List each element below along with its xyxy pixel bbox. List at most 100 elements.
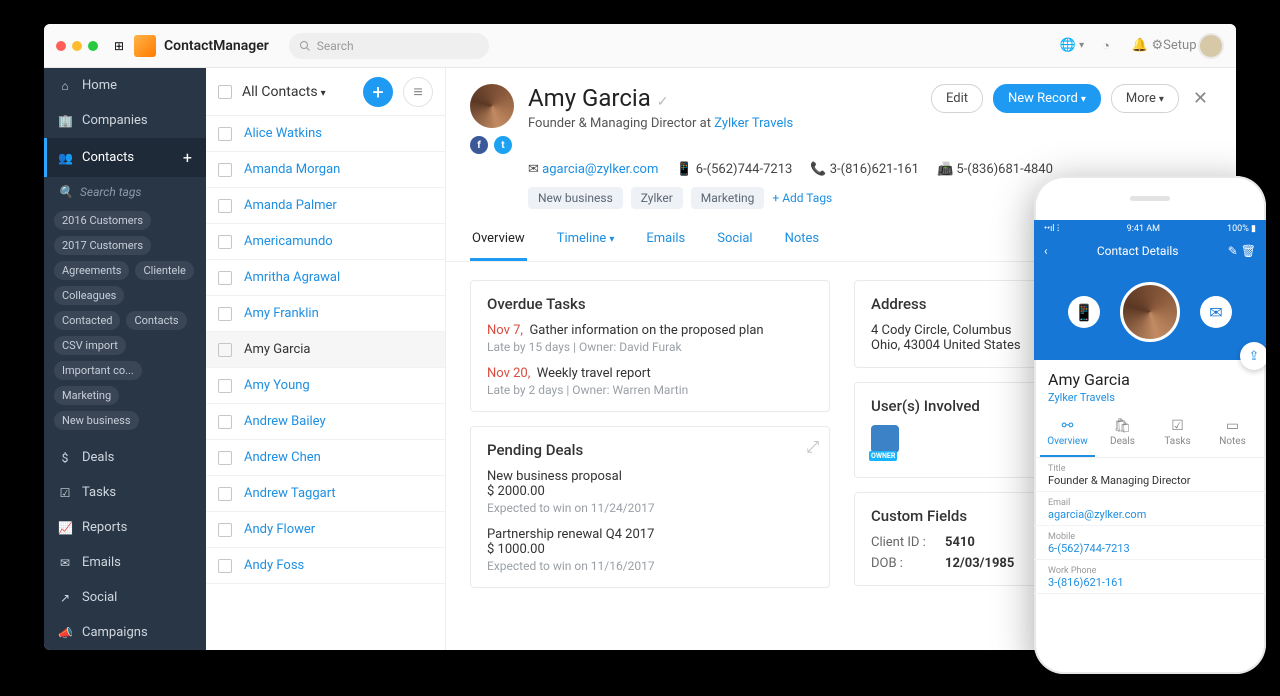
facebook-icon[interactable]: f [470, 136, 488, 154]
row-checkbox[interactable] [218, 127, 232, 141]
tab-overview[interactable]: Overview [470, 219, 527, 261]
search-icon [299, 40, 311, 52]
tag-chip[interactable]: Marketing [691, 187, 765, 209]
sidebar-tag[interactable]: Colleagues [54, 286, 124, 305]
email-link[interactable]: ✉ agarcia@zylker.com [528, 162, 658, 177]
row-checkbox[interactable] [218, 199, 232, 213]
new-record-button[interactable]: New Record▾ [993, 84, 1101, 113]
tab-social[interactable]: Social [715, 219, 754, 261]
sidebar-tag[interactable]: Agreements [54, 261, 129, 280]
tag-chip[interactable]: Zylker [631, 187, 683, 209]
contact-company-link[interactable]: Zylker Travels [714, 116, 793, 131]
contact-list-item[interactable]: Andrew Chen [206, 440, 445, 476]
app-grid-icon[interactable]: ⊞ [112, 39, 126, 53]
call-icon[interactable]: 📱 [1068, 296, 1100, 328]
edit-button[interactable]: Edit [931, 84, 983, 113]
global-search-input[interactable]: Search [289, 33, 489, 59]
mobile-field-email[interactable]: Emailagarcia@zylker.com [1034, 492, 1266, 526]
tab-notes[interactable]: Notes [783, 219, 822, 261]
contact-list-item[interactable]: Americamundo [206, 224, 445, 260]
globe-icon[interactable]: 🌐▾ [1062, 36, 1082, 56]
nav-contacts[interactable]: 👥Contacts + [44, 138, 206, 177]
row-checkbox[interactable] [218, 559, 232, 573]
expand-icon[interactable]: ⤢ [806, 437, 819, 457]
clock-icon[interactable]: ◔ [1096, 36, 1116, 56]
nav-reports[interactable]: 📈Reports [44, 510, 206, 545]
contact-list-item[interactable]: Andrew Taggart [206, 476, 445, 512]
sidebar-tag[interactable]: Clientele [135, 261, 193, 280]
fax-phone[interactable]: 📠 5-(836)681-4840 [937, 162, 1053, 177]
row-checkbox[interactable] [218, 235, 232, 249]
add-tags-link[interactable]: + Add Tags [772, 191, 832, 205]
add-contact-icon[interactable]: + [183, 148, 192, 167]
sidebar-tag[interactable]: 2016 Customers [54, 211, 151, 230]
nav-emails[interactable]: ✉Emails [44, 545, 206, 580]
tab-emails[interactable]: Emails [644, 219, 687, 261]
select-all-checkbox[interactable] [218, 85, 232, 99]
twitter-icon[interactable]: t [494, 136, 512, 154]
row-checkbox[interactable] [218, 307, 232, 321]
contact-list-item[interactable]: Amy Franklin [206, 296, 445, 332]
row-checkbox[interactable] [218, 379, 232, 393]
contact-list-item[interactable]: Andy Foss [206, 548, 445, 584]
mobile-tab-overview[interactable]: ⚯Overview [1040, 412, 1095, 457]
list-filter-dropdown[interactable]: All Contacts▾ [242, 84, 353, 100]
close-panel-icon[interactable]: ✕ [1189, 84, 1212, 113]
nav-companies[interactable]: 🏢Companies [44, 103, 206, 138]
contact-list-item[interactable]: Amy Garcia [206, 332, 445, 368]
list-options-icon[interactable]: ≡ [403, 77, 433, 107]
owner-avatar[interactable] [871, 425, 899, 453]
work-phone[interactable]: 📞 3-(816)621-161 [810, 162, 919, 177]
sidebar-tag[interactable]: 2017 Customers [54, 236, 151, 255]
row-checkbox[interactable] [218, 523, 232, 537]
row-checkbox[interactable] [218, 163, 232, 177]
sidebar-tag[interactable]: Contacts [126, 311, 186, 330]
user-avatar[interactable] [1198, 33, 1224, 59]
row-checkbox[interactable] [218, 343, 232, 357]
mobile-company-link[interactable]: Zylker Travels [1034, 391, 1266, 412]
bell-icon[interactable]: 🔔 [1130, 36, 1150, 56]
nav-tasks[interactable]: ☑Tasks [44, 475, 206, 510]
mobile-phone[interactable]: 📱 6-(562)744-7213 [676, 162, 792, 177]
close-window-icon[interactable] [56, 41, 66, 51]
tag-search-input[interactable]: 🔍Search tags [44, 177, 206, 207]
row-checkbox[interactable] [218, 451, 232, 465]
edit-icon[interactable]: ✎ [1228, 244, 1238, 258]
back-icon[interactable]: ‹ [1044, 244, 1048, 258]
sidebar-tag[interactable]: Marketing [54, 386, 119, 405]
maximize-window-icon[interactable] [88, 41, 98, 51]
contact-list-item[interactable]: Amy Young [206, 368, 445, 404]
row-checkbox[interactable] [218, 487, 232, 501]
sidebar-tag[interactable]: Important co... [54, 361, 142, 380]
nav-campaigns[interactable]: 📣Campaigns [44, 615, 206, 650]
mobile-field-workphone[interactable]: Work Phone3-(816)621-161 [1034, 560, 1266, 594]
nav-deals[interactable]: $Deals [44, 440, 206, 475]
tab-timeline[interactable]: Timeline▾ [555, 219, 617, 261]
row-checkbox[interactable] [218, 271, 232, 285]
contact-list-item[interactable]: Andy Flower [206, 512, 445, 548]
sidebar-tag[interactable]: New business [54, 411, 139, 430]
share-icon[interactable]: ⇪ [1240, 342, 1266, 370]
mobile-tab-deals[interactable]: 🛍Deals [1095, 412, 1150, 457]
tag-chip[interactable]: New business [528, 187, 623, 209]
setup-link[interactable]: ⚙ Setup [1164, 36, 1184, 56]
nav-social[interactable]: ↗Social [44, 580, 206, 615]
contact-list-item[interactable]: Amanda Palmer [206, 188, 445, 224]
more-button[interactable]: More▾ [1111, 84, 1179, 113]
contact-list-item[interactable]: Andrew Bailey [206, 404, 445, 440]
minimize-window-icon[interactable] [72, 41, 82, 51]
mobile-tab-tasks[interactable]: ☑Tasks [1150, 412, 1205, 457]
sidebar-tag[interactable]: CSV import [54, 336, 126, 355]
contact-list-item[interactable]: Amanda Morgan [206, 152, 445, 188]
add-button[interactable]: + [363, 77, 393, 107]
nav-home[interactable]: ⌂Home [44, 68, 206, 103]
contact-list-item[interactable]: Alice Watkins [206, 116, 445, 152]
mobile-field-mobile[interactable]: Mobile6-(562)744-7213 [1034, 526, 1266, 560]
message-icon[interactable]: ✉ [1200, 296, 1232, 328]
sidebar-tag[interactable]: Contacted [54, 311, 120, 330]
mobile-contact-name: Amy Garcia [1034, 360, 1266, 391]
row-checkbox[interactable] [218, 415, 232, 429]
mobile-tab-notes[interactable]: ▭Notes [1205, 412, 1260, 457]
contact-list-item[interactable]: Amritha Agrawal [206, 260, 445, 296]
delete-icon[interactable]: 🗑 [1241, 244, 1256, 258]
